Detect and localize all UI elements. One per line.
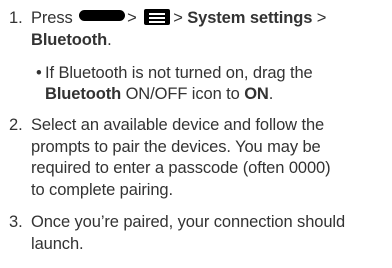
menu-path-bluetooth: Bluetooth (31, 31, 108, 49)
sub-bullet-line-2: Bluetooth ON/OFF icon to ON. (45, 85, 274, 103)
step-1-line-2: Bluetooth. (31, 31, 112, 49)
step-3-line-2: launch. (31, 235, 84, 253)
home-key-icon (79, 10, 126, 21)
step-1-line-1: Press > > System settings > (31, 8, 326, 28)
on-label: ON (244, 85, 269, 103)
path-separator: > (127, 9, 137, 27)
step-3-line-1: Once you’re paired, your connection shou… (31, 213, 346, 231)
step-2-number: 2. (9, 116, 23, 134)
menu-key-icon (144, 9, 171, 25)
step-2-line-2: prompts to pair the devices. You may be (31, 138, 321, 156)
step-3-number: 3. (9, 213, 23, 231)
bluetooth-label: Bluetooth (45, 85, 122, 103)
path-separator: > (316, 9, 327, 27)
path-separator: > (173, 9, 183, 27)
instruction-document: 1. Press > > System settings > Bluetooth… (0, 0, 392, 268)
menu-path-system-settings: System settings (187, 9, 313, 27)
step-1-number: 1. (9, 9, 23, 27)
sub-bullet-line-1: If Bluetooth is not turned on, drag the (45, 64, 313, 82)
step-2-line-4: to complete pairing. (31, 181, 173, 199)
step-2-line-3: required to enter a passcode (often 0000… (31, 159, 331, 177)
sub-bullet-symbol: • (36, 64, 42, 82)
press-label: Press (31, 9, 73, 27)
step-2-line-1: Select an available device and follow th… (31, 116, 325, 134)
